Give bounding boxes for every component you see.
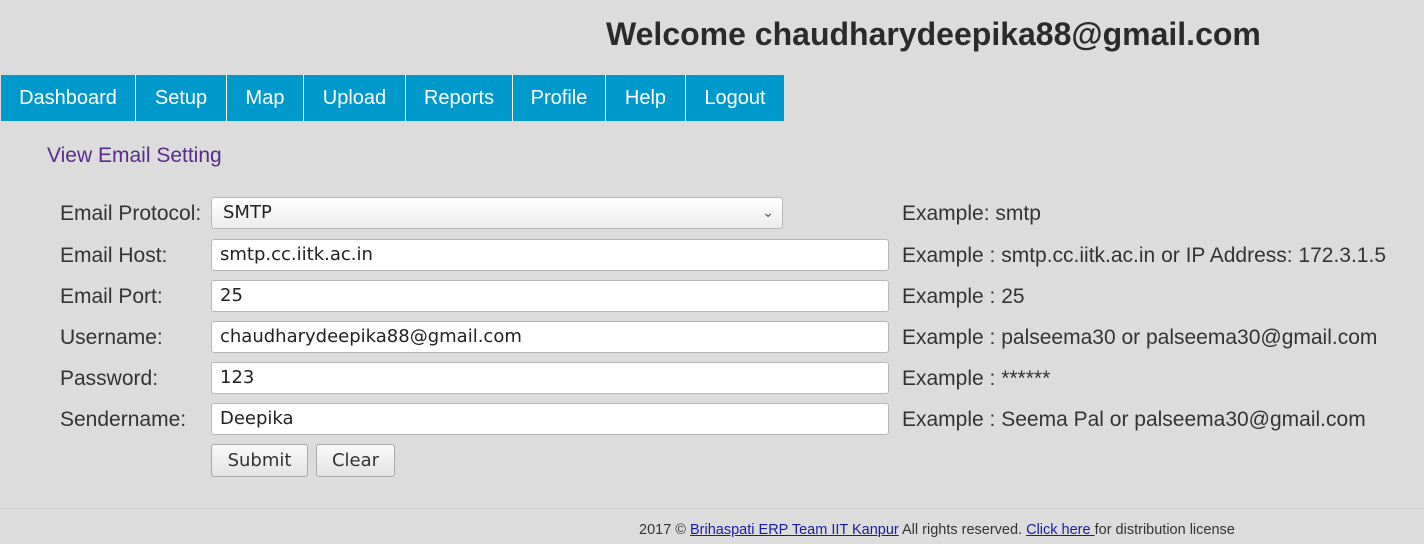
username-row: Username: chaudharydeepika88@gmail.com E… [0, 321, 1424, 355]
footer: 2017 © Brihaspati ERP Team IIT Kanpur Al… [639, 522, 1235, 538]
password-label: Password: [60, 367, 159, 390]
port-example: Example : 25 [902, 285, 1025, 308]
host-example: Example : smtp.cc.iitk.ac.in or IP Addre… [902, 244, 1387, 267]
host-row: Email Host: smtp.cc.iitk.ac.in Example :… [0, 239, 1424, 273]
password-input[interactable]: 123 [211, 362, 889, 394]
port-input[interactable]: 25 [211, 280, 889, 312]
password-example: Example : ****** [902, 367, 1051, 390]
nav-logout[interactable]: Logout [686, 75, 784, 121]
team-link[interactable]: Brihaspati ERP Team IIT Kanpur [690, 522, 899, 538]
nav-dashboard[interactable]: Dashboard [1, 75, 136, 121]
sendername-row: Sendername: Deepika Example : Seema Pal … [0, 403, 1424, 437]
license-link[interactable]: Click here [1026, 522, 1095, 538]
main-nav: Dashboard Setup Map Upload Reports Profi… [1, 75, 784, 121]
host-input[interactable]: smtp.cc.iitk.ac.in [211, 239, 889, 271]
footer-copyright: 2017 © [639, 522, 686, 538]
sendername-example: Example : Seema Pal or palseema30@gmail.… [902, 408, 1366, 431]
protocol-selected-value: SMTP [223, 202, 272, 223]
nav-map[interactable]: Map [227, 75, 304, 121]
welcome-heading: Welcome chaudharydeepika88@gmail.com [606, 16, 1261, 52]
protocol-select[interactable]: SMTP ⌄ [211, 197, 783, 229]
port-label: Email Port: [60, 285, 163, 308]
protocol-row: Email Protocol: SMTP ⌄ Example: smtp [0, 197, 1424, 231]
footer-divider [0, 508, 1424, 509]
sendername-input[interactable]: Deepika [211, 403, 889, 435]
sendername-label: Sendername: [60, 408, 187, 431]
page-title: View Email Setting [47, 144, 222, 167]
nav-upload[interactable]: Upload [304, 75, 406, 121]
host-label: Email Host: [60, 244, 168, 267]
nav-setup[interactable]: Setup [136, 75, 227, 121]
chevron-down-icon: ⌄ [762, 205, 774, 221]
submit-button[interactable]: Submit [211, 444, 308, 477]
port-row: Email Port: 25 Example : 25 [0, 280, 1424, 314]
nav-help[interactable]: Help [606, 75, 686, 121]
username-example: Example : palseema30 or palseema30@gmail… [902, 326, 1378, 349]
nav-profile[interactable]: Profile [513, 75, 606, 121]
footer-rights: All rights reserved. [902, 522, 1023, 538]
nav-reports[interactable]: Reports [406, 75, 513, 121]
protocol-label: Email Protocol: [60, 202, 202, 225]
username-input[interactable]: chaudharydeepika88@gmail.com [211, 321, 889, 353]
password-row: Password: 123 Example : ****** [0, 362, 1424, 396]
clear-button[interactable]: Clear [316, 444, 395, 477]
username-label: Username: [60, 326, 163, 349]
footer-license-text: for distribution license [1094, 522, 1235, 538]
protocol-example: Example: smtp [902, 202, 1041, 225]
